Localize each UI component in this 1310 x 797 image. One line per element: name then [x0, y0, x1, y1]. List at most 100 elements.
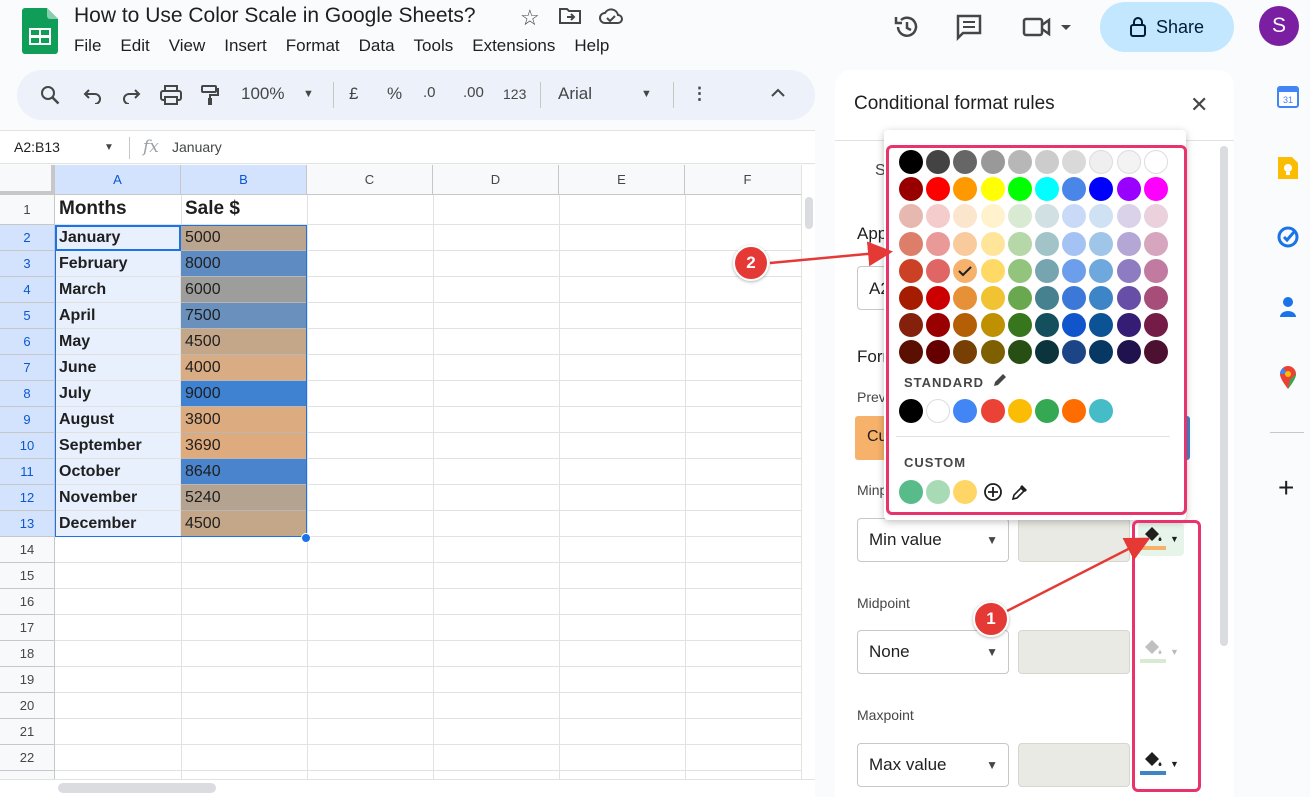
- sale-cell[interactable]: 8640: [181, 459, 307, 485]
- paint-format-icon[interactable]: [200, 84, 220, 106]
- sale-cell[interactable]: 4500: [181, 511, 307, 537]
- version-history-icon[interactable]: [893, 13, 921, 41]
- column-header-a[interactable]: A: [55, 165, 181, 195]
- formula-input[interactable]: January: [172, 139, 222, 155]
- sale-cell[interactable]: 5000: [181, 225, 307, 251]
- scrollbar-thumb[interactable]: [58, 783, 216, 793]
- meet-icon[interactable]: [1022, 14, 1074, 40]
- zoom-select[interactable]: 100%: [241, 84, 284, 104]
- fill-handle[interactable]: [301, 533, 311, 543]
- sheets-logo-icon[interactable]: [22, 8, 58, 54]
- sale-cell[interactable]: 5240: [181, 485, 307, 511]
- month-cell[interactable]: August: [55, 407, 181, 433]
- row-header[interactable]: 17: [0, 615, 55, 641]
- month-cell[interactable]: March: [55, 277, 181, 303]
- menu-view[interactable]: View: [169, 36, 206, 56]
- minpoint-value-input[interactable]: [1018, 518, 1130, 562]
- search-icon[interactable]: [40, 85, 60, 105]
- close-icon[interactable]: ✕: [1190, 92, 1208, 118]
- month-cell[interactable]: May: [55, 329, 181, 355]
- maps-icon[interactable]: [1279, 366, 1297, 390]
- keep-icon[interactable]: [1277, 156, 1299, 180]
- redo-icon[interactable]: [121, 86, 141, 104]
- row-header[interactable]: 1: [0, 195, 55, 225]
- menu-tools[interactable]: Tools: [414, 36, 454, 56]
- calendar-icon[interactable]: 31: [1277, 86, 1299, 108]
- menu-format[interactable]: Format: [286, 36, 340, 56]
- row-header[interactable]: 16: [0, 589, 55, 615]
- column-header-e[interactable]: E: [559, 165, 685, 195]
- collapse-menus-icon[interactable]: [770, 88, 786, 98]
- star-icon[interactable]: ☆: [520, 5, 540, 31]
- cloud-saved-icon[interactable]: [598, 6, 624, 26]
- row-header[interactable]: 10: [0, 433, 55, 459]
- row-header[interactable]: 9: [0, 407, 55, 433]
- contacts-icon[interactable]: [1279, 296, 1297, 318]
- sale-cell[interactable]: 9000: [181, 381, 307, 407]
- document-title[interactable]: How to Use Color Scale in Google Sheets?: [74, 4, 476, 28]
- sale-cell[interactable]: 8000: [181, 251, 307, 277]
- sale-cell[interactable]: 3690: [181, 433, 307, 459]
- month-cell[interactable]: February: [55, 251, 181, 277]
- chevron-down-icon[interactable]: ▼: [641, 88, 652, 100]
- font-select[interactable]: Arial: [558, 84, 592, 104]
- month-cell[interactable]: December: [55, 511, 181, 537]
- row-header[interactable]: 3: [0, 251, 55, 277]
- percent-format-button[interactable]: %: [387, 84, 402, 104]
- row-header[interactable]: 18: [0, 641, 55, 667]
- vertical-scrollbar[interactable]: [801, 165, 815, 785]
- row-header[interactable]: 22: [0, 745, 55, 771]
- more-formats-button[interactable]: 123: [503, 86, 526, 102]
- row-header[interactable]: 6: [0, 329, 55, 355]
- menu-data[interactable]: Data: [359, 36, 395, 56]
- more-vert-icon[interactable]: ⋮: [691, 84, 708, 104]
- row-header[interactable]: 19: [0, 667, 55, 693]
- month-cell[interactable]: April: [55, 303, 181, 329]
- row-header[interactable]: 14: [0, 537, 55, 563]
- horizontal-scrollbar[interactable]: [0, 779, 815, 797]
- minpoint-type-select[interactable]: Min value ▼: [857, 518, 1009, 562]
- month-cell[interactable]: October: [55, 459, 181, 485]
- sale-cell[interactable]: 4000: [181, 355, 307, 381]
- menu-file[interactable]: File: [74, 36, 101, 56]
- row-header[interactable]: 5: [0, 303, 55, 329]
- menu-insert[interactable]: Insert: [224, 36, 267, 56]
- add-addon-icon[interactable]: +: [1278, 472, 1294, 504]
- menu-edit[interactable]: Edit: [120, 36, 149, 56]
- row-header[interactable]: 20: [0, 693, 55, 719]
- currency-format-button[interactable]: £: [349, 84, 358, 104]
- column-header-c[interactable]: C: [307, 165, 433, 195]
- month-cell[interactable]: June: [55, 355, 181, 381]
- chevron-down-icon[interactable]: ▼: [303, 88, 314, 100]
- row-header[interactable]: 2: [0, 225, 55, 251]
- panel-scrollbar[interactable]: [1220, 146, 1228, 646]
- sale-cell[interactable]: 4500: [181, 329, 307, 355]
- midpoint-value-input[interactable]: [1018, 630, 1130, 674]
- sale-cell[interactable]: 7500: [181, 303, 307, 329]
- scrollbar-thumb[interactable]: [805, 197, 813, 229]
- sale-cell[interactable]: 3800: [181, 407, 307, 433]
- move-folder-icon[interactable]: [558, 6, 582, 26]
- column-header-d[interactable]: D: [433, 165, 559, 195]
- spreadsheet-grid[interactable]: A B C D E F 1 Months Sale $ 2 January 5000…: [0, 165, 801, 785]
- cell-a1[interactable]: Months: [59, 198, 127, 220]
- row-header[interactable]: 21: [0, 719, 55, 745]
- midpoint-type-select[interactable]: None ▼: [857, 630, 1009, 674]
- maxpoint-type-select[interactable]: Max value ▼: [857, 743, 1009, 787]
- row-header[interactable]: 15: [0, 563, 55, 589]
- cell-b1[interactable]: Sale $: [185, 198, 240, 220]
- share-button[interactable]: Share: [1100, 2, 1234, 52]
- sale-cell[interactable]: 6000: [181, 277, 307, 303]
- tasks-icon[interactable]: [1277, 226, 1299, 248]
- month-cell[interactable]: January: [55, 225, 181, 251]
- month-cell[interactable]: September: [55, 433, 181, 459]
- maxpoint-value-input[interactable]: [1018, 743, 1130, 787]
- select-all-corner[interactable]: [0, 165, 55, 195]
- increase-decimal-button[interactable]: .00: [463, 84, 484, 101]
- row-header[interactable]: 11: [0, 459, 55, 485]
- row-header[interactable]: 13: [0, 511, 55, 537]
- avatar[interactable]: S: [1259, 6, 1299, 46]
- row-header[interactable]: 8: [0, 381, 55, 407]
- row-header[interactable]: 4: [0, 277, 55, 303]
- column-header-f[interactable]: F: [685, 165, 801, 195]
